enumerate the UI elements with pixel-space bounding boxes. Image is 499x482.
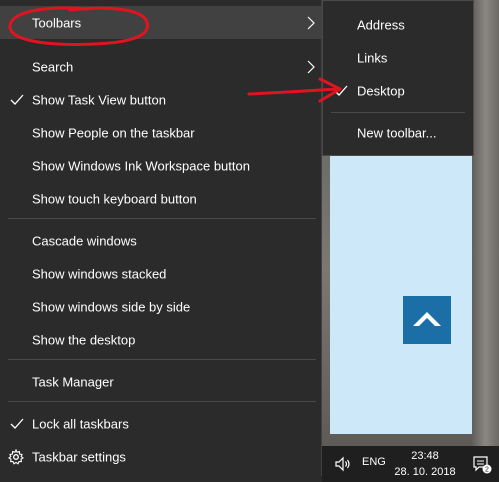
volume-icon[interactable] <box>334 455 352 473</box>
checkmark-icon <box>10 418 24 429</box>
submenu-separator <box>331 112 465 113</box>
toolbars-submenu: Address Links Desktop New toolbar... <box>322 0 474 156</box>
menu-item-lock-taskbars[interactable]: Lock all taskbars <box>0 407 322 440</box>
show-desktop-label: Show the desktop <box>32 332 136 347</box>
menu-item-touch-keyboard[interactable]: Show touch keyboard button <box>0 182 322 215</box>
submenu-item-links[interactable]: Links <box>323 41 473 74</box>
task-view-label: Show Task View button <box>32 92 166 107</box>
menu-item-people[interactable]: Show People on the taskbar <box>0 116 322 149</box>
menu-item-show-desktop[interactable]: Show the desktop <box>0 323 322 356</box>
menu-item-windows-ink[interactable]: Show Windows Ink Workspace button <box>0 149 322 182</box>
desktop-wallpaper-strip <box>472 0 499 446</box>
clock-date: 28. 10. 2018 <box>394 466 456 478</box>
task-manager-label: Task Manager <box>32 374 114 389</box>
links-label: Links <box>357 50 388 65</box>
desktop-label: Desktop <box>357 83 405 98</box>
checkmark-icon <box>10 94 24 105</box>
address-label: Address <box>357 17 405 32</box>
menu-item-cascade[interactable]: Cascade windows <box>0 224 322 257</box>
menu-separator <box>8 218 316 219</box>
taskbar-clock[interactable]: 23:48 28. 10. 2018 <box>394 448 456 480</box>
side-by-side-label: Show windows side by side <box>32 299 191 314</box>
open-window[interactable] <box>330 145 472 434</box>
language-indicator[interactable]: ENG <box>362 456 386 468</box>
stacked-label: Show windows stacked <box>32 266 167 281</box>
search-label: Search <box>32 59 74 74</box>
people-label: Show People on the taskbar <box>32 125 195 140</box>
new-toolbar-label: New toolbar... <box>357 125 437 140</box>
app-tile-icon[interactable] <box>403 296 451 344</box>
checkmark-icon <box>334 85 348 96</box>
menu-separator <box>8 401 316 402</box>
gear-icon <box>8 448 24 465</box>
chevron-right-icon <box>307 16 315 29</box>
windows-ink-label: Show Windows Ink Workspace button <box>32 158 250 173</box>
taskbar-settings-label: Taskbar settings <box>32 449 126 464</box>
menu-item-toolbars[interactable]: Toolbars <box>0 6 322 39</box>
lock-taskbars-label: Lock all taskbars <box>32 416 129 431</box>
menu-item-taskbar-settings[interactable]: Taskbar settings <box>0 440 322 473</box>
taskbar-context-menu: Toolbars Search Show Task View button Sh… <box>0 0 322 476</box>
taskbar[interactable]: ENG 23:48 28. 10. 2018 2 <box>322 446 499 482</box>
submenu-item-address[interactable]: Address <box>323 8 473 41</box>
toolbars-label: Toolbars <box>32 15 82 30</box>
menu-item-side-by-side[interactable]: Show windows side by side <box>0 290 322 323</box>
menu-item-task-view[interactable]: Show Task View button <box>0 83 322 116</box>
touch-keyboard-label: Show touch keyboard button <box>32 191 197 206</box>
chevron-right-icon <box>307 60 315 73</box>
menu-separator <box>8 359 316 360</box>
clock-time: 23:48 <box>411 450 439 462</box>
menu-item-stacked[interactable]: Show windows stacked <box>0 257 322 290</box>
notification-count: 2 <box>485 467 489 474</box>
action-center-icon[interactable]: 2 <box>472 454 492 474</box>
submenu-item-desktop[interactable]: Desktop <box>323 74 473 107</box>
submenu-item-new-toolbar[interactable]: New toolbar... <box>323 116 473 149</box>
cascade-label: Cascade windows <box>32 233 137 248</box>
menu-item-task-manager[interactable]: Task Manager <box>0 365 322 398</box>
menu-item-search[interactable]: Search <box>0 50 322 83</box>
